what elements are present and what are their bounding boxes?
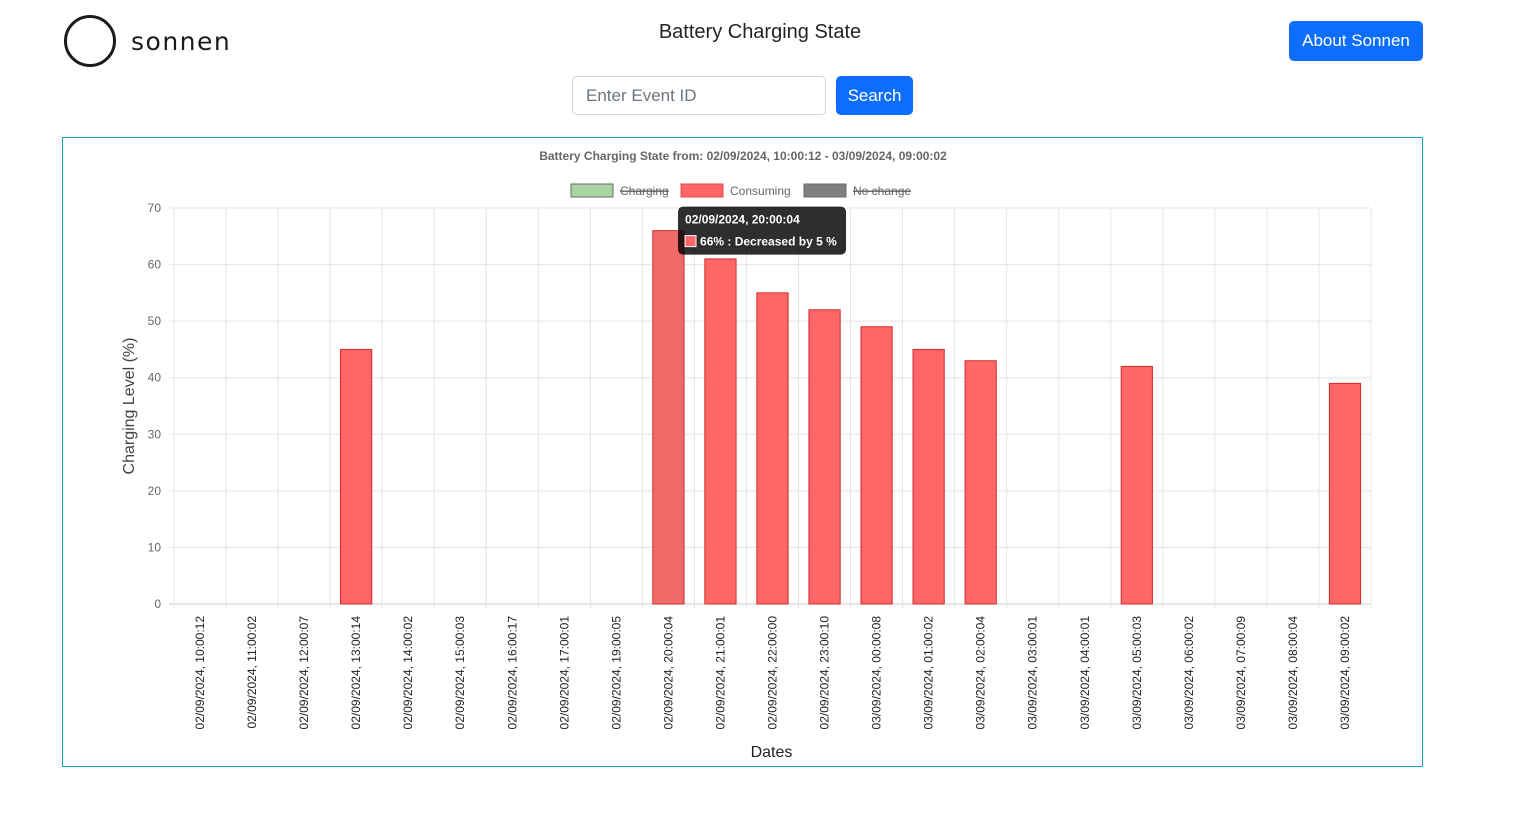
x-tick-label: 02/09/2024, 10:00:12	[193, 616, 207, 730]
y-axis-title: Charging Level (%)	[121, 338, 138, 475]
y-tick-label: 60	[148, 258, 162, 272]
x-tick-label: 03/09/2024, 00:00:08	[870, 616, 884, 730]
x-tick-label: 03/09/2024, 02:00:04	[974, 616, 988, 730]
y-tick-label: 30	[148, 427, 162, 441]
x-tick-label: 02/09/2024, 21:00:01	[713, 616, 727, 730]
bar-22[interactable]	[1328, 382, 1362, 605]
x-tick-label: 02/09/2024, 23:00:10	[818, 616, 832, 730]
x-tick-label: 03/09/2024, 06:00:02	[1182, 616, 1196, 730]
y-tick-label: 40	[148, 371, 162, 385]
bar-15[interactable]	[964, 360, 997, 605]
x-axis-title: Dates	[751, 744, 793, 761]
tooltip-swatch	[684, 235, 697, 248]
x-tick-label: 02/09/2024, 22:00:00	[766, 616, 780, 730]
y-tick-label: 0	[154, 597, 161, 611]
x-tick-label: 02/09/2024, 15:00:03	[453, 616, 467, 730]
legend-swatch-no-change[interactable]	[803, 183, 847, 198]
chart-card: Battery Charging State from: 02/09/2024,…	[62, 137, 1423, 767]
battery-chart: Battery Charging State from: 02/09/2024,…	[121, 149, 1372, 761]
bar-14[interactable]	[912, 348, 945, 605]
y-tick-label: 70	[148, 201, 162, 215]
tooltip-body: 66% : Decreased by 5 %	[700, 235, 837, 249]
logo-ring-icon	[64, 15, 116, 67]
y-tick-label: 50	[148, 314, 162, 328]
sonnen-logo[interactable]: sonnen	[64, 15, 234, 67]
event-id-input[interactable]	[572, 76, 826, 115]
x-tick-label: 02/09/2024, 17:00:01	[557, 616, 571, 730]
x-tick-label: 02/09/2024, 12:00:07	[297, 616, 311, 730]
bar-11[interactable]	[756, 292, 789, 605]
x-tick-label: 02/09/2024, 11:00:02	[245, 616, 259, 729]
bar-18[interactable]	[1120, 365, 1153, 605]
bar-12[interactable]	[808, 309, 841, 605]
x-tick-label: 03/09/2024, 03:00:01	[1026, 616, 1040, 730]
about-sonnen-button[interactable]: About Sonnen	[1289, 21, 1423, 61]
legend-label-consuming[interactable]: Consuming	[730, 184, 791, 198]
x-tick-label: 02/09/2024, 13:00:14	[349, 616, 363, 730]
page-title: Battery Charging State	[658, 21, 862, 43]
bar-13[interactable]	[860, 326, 893, 605]
x-tick-label: 03/09/2024, 08:00:04	[1286, 616, 1300, 730]
y-tick-label: 10	[148, 540, 162, 554]
logo-text: sonnen	[131, 26, 232, 56]
chart-title: Battery Charging State from: 02/09/2024,…	[539, 149, 947, 163]
x-tick-label: 03/09/2024, 05:00:03	[1130, 616, 1144, 730]
x-tick-label: 02/09/2024, 20:00:04	[661, 616, 675, 730]
bar-3[interactable]	[340, 348, 373, 605]
tooltip-title: 02/09/2024, 20:00:04	[685, 213, 800, 227]
bar-10[interactable]	[704, 258, 737, 605]
x-tick-label: 02/09/2024, 19:00:05	[609, 616, 623, 730]
legend-swatch-consuming[interactable]	[680, 183, 724, 198]
x-tick-label: 02/09/2024, 16:00:17	[505, 616, 519, 730]
legend-swatch-charging[interactable]	[570, 183, 614, 198]
x-tick-label: 02/09/2024, 14:00:02	[401, 616, 415, 730]
x-tick-label: 03/09/2024, 01:00:02	[922, 616, 936, 730]
search-button[interactable]: Search	[836, 76, 913, 115]
bar-9[interactable]	[652, 230, 685, 605]
x-tick-label: 03/09/2024, 07:00:09	[1234, 616, 1248, 730]
x-tick-label: 03/09/2024, 04:00:01	[1078, 616, 1092, 730]
x-tick-label: 03/09/2024, 09:00:02	[1338, 616, 1352, 730]
y-tick-label: 20	[148, 484, 162, 498]
